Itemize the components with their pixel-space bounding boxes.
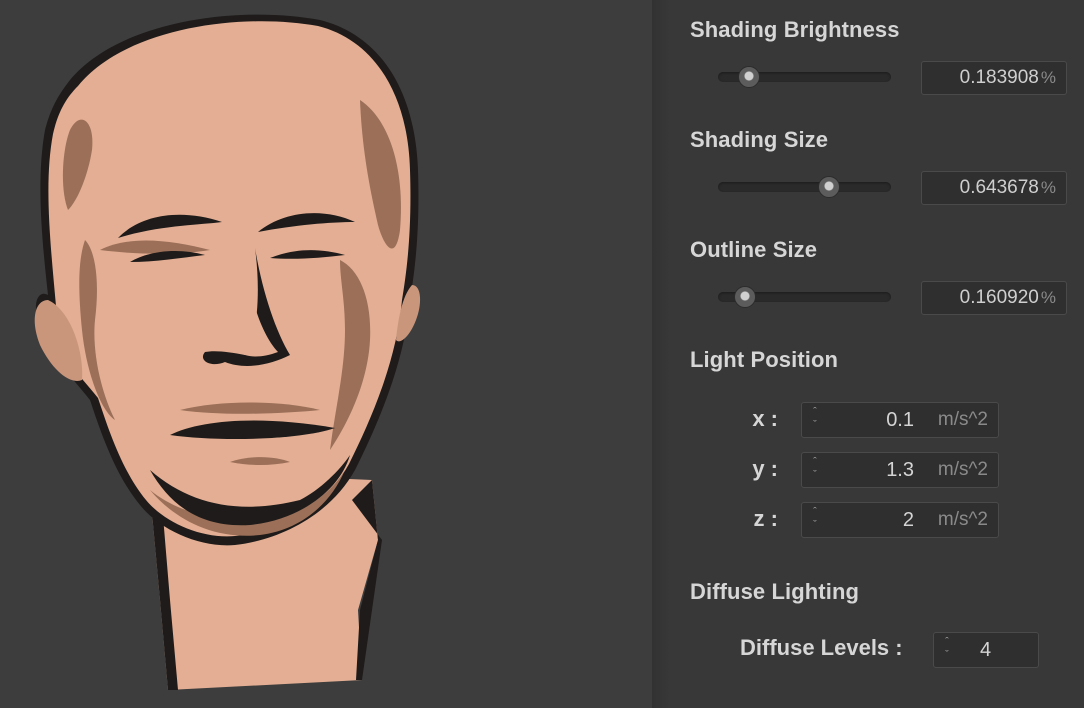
light-x-label: x :: [752, 406, 778, 431]
3d-viewport[interactable]: [0, 0, 652, 708]
light-y-unit: m/s^2: [937, 459, 988, 480]
light-z-label: z :: [753, 506, 778, 531]
shading-size-slider-thumb[interactable]: [818, 176, 840, 198]
light-y-value: 1.3: [886, 459, 914, 481]
shading-size-field[interactable]: 0.643678%: [921, 171, 1067, 205]
light-z-unit: m/s^2: [937, 509, 988, 530]
shading-brightness-value: 0.183908: [959, 67, 1039, 88]
light-z-spinbox[interactable]: ˆˇ 2 m/s^2: [801, 502, 999, 538]
settings-panel: Shading Brightness 0.183908% Shading Siz…: [652, 0, 1084, 708]
diffuse-lighting-title: Diffuse Lighting: [690, 579, 860, 604]
light-x-value: 0.1: [886, 409, 914, 431]
outline-size-slider[interactable]: [718, 286, 891, 308]
shading-size-title: Shading Size: [690, 127, 829, 152]
light-y-spinbox[interactable]: ˆˇ 1.3 m/s^2: [801, 452, 999, 488]
shading-size-slider[interactable]: [718, 176, 891, 198]
light-y-label: y :: [752, 456, 778, 481]
shading-brightness-title: Shading Brightness: [690, 17, 900, 42]
diffuse-levels-value: 4: [980, 639, 992, 661]
light-z-value: 2: [902, 509, 914, 531]
shading-size-unit: %: [1040, 178, 1056, 197]
diffuse-levels-spinbox[interactable]: ˆˇ 4: [933, 632, 1039, 668]
outline-size-title: Outline Size: [690, 237, 818, 262]
shading-size-value: 0.643678: [959, 177, 1039, 198]
outline-size-value: 0.160920: [959, 287, 1039, 308]
spinner-arrows-icon[interactable]: ˆˇ: [808, 456, 822, 484]
spinner-arrows-icon[interactable]: ˆˇ: [940, 636, 954, 664]
shading-brightness-field[interactable]: 0.183908%: [921, 61, 1067, 95]
light-position-title: Light Position: [690, 347, 839, 372]
spinner-arrows-icon[interactable]: ˆˇ: [808, 506, 822, 534]
outline-size-field[interactable]: 0.160920%: [921, 281, 1067, 315]
diffuse-levels-label: Diffuse Levels :: [740, 635, 903, 660]
spinner-arrows-icon[interactable]: ˆˇ: [808, 406, 822, 434]
outline-size-unit: %: [1040, 288, 1056, 307]
light-x-spinbox[interactable]: ˆˇ 0.1 m/s^2: [801, 402, 999, 438]
outline-size-slider-thumb[interactable]: [734, 286, 756, 308]
shading-brightness-unit: %: [1040, 68, 1056, 87]
light-x-unit: m/s^2: [937, 409, 988, 430]
head-model: [34, 14, 421, 690]
shading-brightness-slider[interactable]: [718, 66, 891, 88]
shading-brightness-slider-thumb[interactable]: [738, 66, 760, 88]
